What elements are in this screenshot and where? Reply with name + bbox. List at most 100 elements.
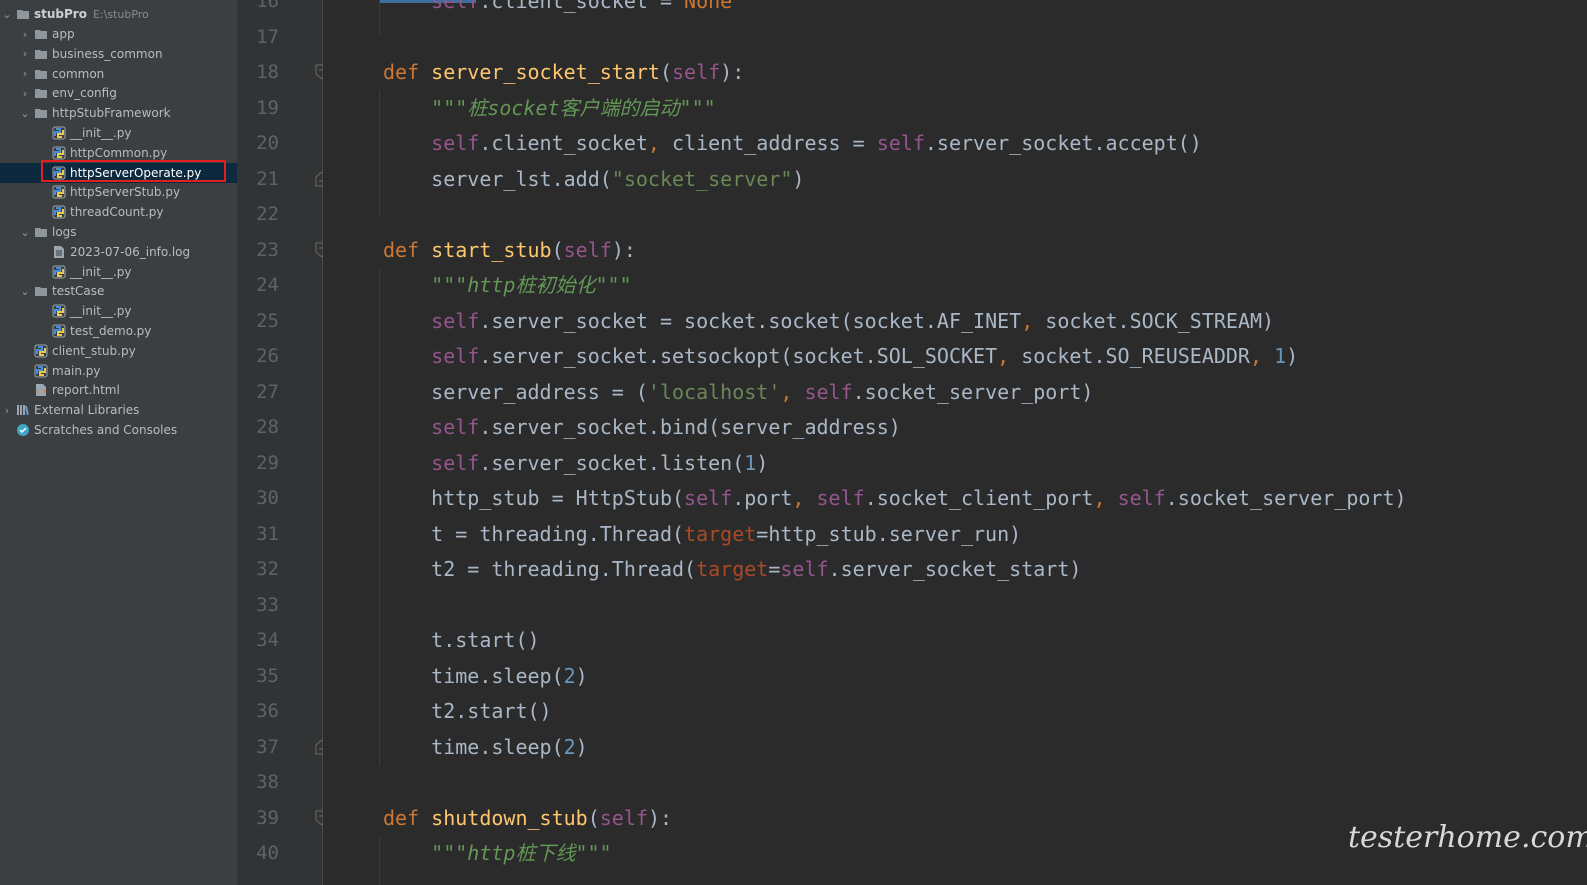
line-number: 34 — [256, 629, 279, 651]
tree-item-label: logs — [52, 225, 77, 239]
tree-item[interactable]: ›__init__.py — [0, 262, 237, 282]
code-line[interactable]: self.client_socket = None — [383, 0, 732, 19]
python-file-icon — [52, 205, 66, 219]
line-number: 39 — [256, 806, 279, 829]
code-line[interactable]: self.client_socket, client_address = sel… — [383, 125, 1202, 161]
tree-item-label: common — [52, 66, 105, 81]
tree-item-label: __init__.py — [70, 126, 132, 140]
line-number: 30 — [256, 487, 279, 509]
tree-item[interactable]: ›__init__.py — [0, 301, 237, 321]
python-file-icon — [52, 324, 66, 338]
chevron-down-icon[interactable]: ⌄ — [18, 226, 32, 239]
python-file-icon — [34, 364, 48, 378]
code-line[interactable]: def shutdown_stub(self): — [383, 800, 672, 836]
code-line[interactable]: def start_stub(self): — [383, 232, 636, 268]
tree-item[interactable]: ›report.html — [0, 380, 237, 400]
line-number: 36 — [256, 700, 279, 722]
python-file-icon — [52, 304, 66, 318]
tree-item[interactable]: ›client_stub.py — [0, 341, 237, 361]
code-line[interactable]: t2.start() — [383, 693, 551, 729]
code-line[interactable]: self.server_socket.listen(1) — [383, 445, 768, 481]
tree-item[interactable]: ›Scratches and Consoles — [0, 420, 237, 440]
line-number: 35 — [256, 664, 279, 687]
tree-root-stubpro[interactable]: ⌄ stubPro E:\stubPro — [0, 4, 237, 24]
line-number: 27 — [256, 380, 279, 403]
tree-item[interactable]: › env_config — [0, 83, 237, 103]
line-number: 22 — [256, 203, 279, 225]
tree-item-label: env_config — [52, 86, 117, 101]
tree-item[interactable]: › External Libraries — [0, 400, 237, 420]
tree-item[interactable]: › common — [0, 64, 237, 84]
folder-icon — [34, 86, 48, 100]
tree-item[interactable]: ⌄ httpStubFramework — [0, 103, 237, 123]
chevron-right-icon[interactable]: › — [18, 47, 32, 60]
folder-icon — [34, 284, 48, 298]
tree-item[interactable]: ›threadCount.py — [0, 202, 237, 222]
code-line[interactable]: t = threading.Thread(target=http_stub.se… — [383, 516, 1021, 552]
line-number: 16 — [256, 0, 279, 12]
line-number: 19 — [256, 96, 279, 119]
tree-item[interactable]: › business_common — [0, 44, 237, 64]
code-line[interactable]: def server_socket_start(self): — [383, 54, 744, 90]
tree-item-label: main.py — [52, 363, 101, 378]
code-line[interactable]: server_address = ('localhost', self.sock… — [383, 374, 1093, 410]
code-line[interactable]: time.sleep(2) — [383, 729, 588, 765]
code-line[interactable]: time.sleep(2) — [383, 658, 588, 694]
tree-item[interactable]: › app — [0, 24, 237, 44]
line-number: 20 — [256, 132, 279, 154]
tree-item[interactable]: ›test_demo.py — [0, 321, 237, 341]
line-number: 31 — [256, 522, 279, 545]
folder-icon — [34, 27, 48, 41]
line-number: 17 — [256, 25, 279, 48]
tree-item[interactable]: ⌄ testCase — [0, 281, 237, 301]
watermark-text: testerhome.com — [1348, 820, 1587, 855]
chevron-right-icon[interactable]: › — [18, 67, 32, 80]
code-line[interactable]: self.server_socket.setsockopt(socket.SOL… — [383, 338, 1298, 374]
chevron-down-icon[interactable]: ⌄ — [18, 285, 32, 298]
tree-item-label: 2023-07-06_info.log — [70, 244, 191, 259]
chevron-right-icon[interactable]: › — [0, 404, 14, 417]
code-line[interactable]: t2 = threading.Thread(target=self.server… — [383, 551, 1081, 587]
scratches-icon — [16, 423, 30, 437]
code-line[interactable]: http_stub = HttpStub(self.port, self.soc… — [383, 480, 1406, 516]
tree-item-label: Scratches and Consoles — [34, 423, 178, 437]
line-number: 33 — [256, 593, 279, 616]
line-number: 23 — [256, 238, 279, 261]
code-line[interactable]: """http桩初始化""" — [383, 267, 631, 303]
chevron-right-icon[interactable]: › — [18, 87, 32, 100]
tree-root-path: E:\stubPro — [92, 7, 149, 21]
python-file-icon — [52, 185, 66, 199]
tree-item[interactable]: ›main.py — [0, 361, 237, 381]
line-number: 32 — [256, 558, 279, 580]
code-line[interactable]: t.start() — [383, 622, 539, 658]
indent-guide — [379, 837, 380, 885]
project-tool-window: ⌄ stubPro E:\stubPro › app › business_commo… — [0, 0, 237, 885]
chevron-down-icon[interactable]: ⌄ — [0, 8, 14, 21]
folder-icon — [34, 225, 48, 239]
html-file-icon — [34, 383, 48, 397]
chevron-right-icon[interactable]: › — [18, 28, 32, 41]
code-line[interactable]: """桩socket客户端的启动""" — [383, 90, 716, 126]
tree-item[interactable]: ›__init__.py — [0, 123, 237, 143]
tree-item-label: business_common — [52, 46, 163, 61]
code-line[interactable]: """http桩下线""" — [383, 835, 611, 871]
line-number: 38 — [256, 771, 279, 793]
tree-item-label: app — [52, 27, 75, 41]
code-line[interactable]: self.server_socket = socket.socket(socke… — [383, 303, 1274, 339]
line-number: 26 — [256, 345, 279, 367]
chevron-down-icon[interactable]: ⌄ — [18, 107, 32, 120]
code-line[interactable]: self.server_socket.bind(server_address) — [383, 409, 901, 445]
folder-icon — [34, 67, 48, 81]
tree-item-label: httpServerStub.py — [70, 185, 181, 200]
python-file-icon — [34, 344, 48, 358]
tree-item[interactable]: ⌄ logs — [0, 222, 237, 242]
line-number: 24 — [256, 274, 279, 296]
tree-item-label: test_demo.py — [70, 324, 152, 338]
tree-item[interactable]: ›httpServerStub.py — [0, 182, 237, 202]
code-line[interactable]: server_lst.add("socket_server") — [383, 161, 804, 197]
line-number: 28 — [256, 416, 279, 438]
tree-item[interactable]: ›2023-07-06_info.log — [0, 242, 237, 262]
tree-item-label: report.html — [52, 383, 120, 398]
indent-guide — [379, 268, 380, 766]
folder-icon — [16, 7, 30, 21]
